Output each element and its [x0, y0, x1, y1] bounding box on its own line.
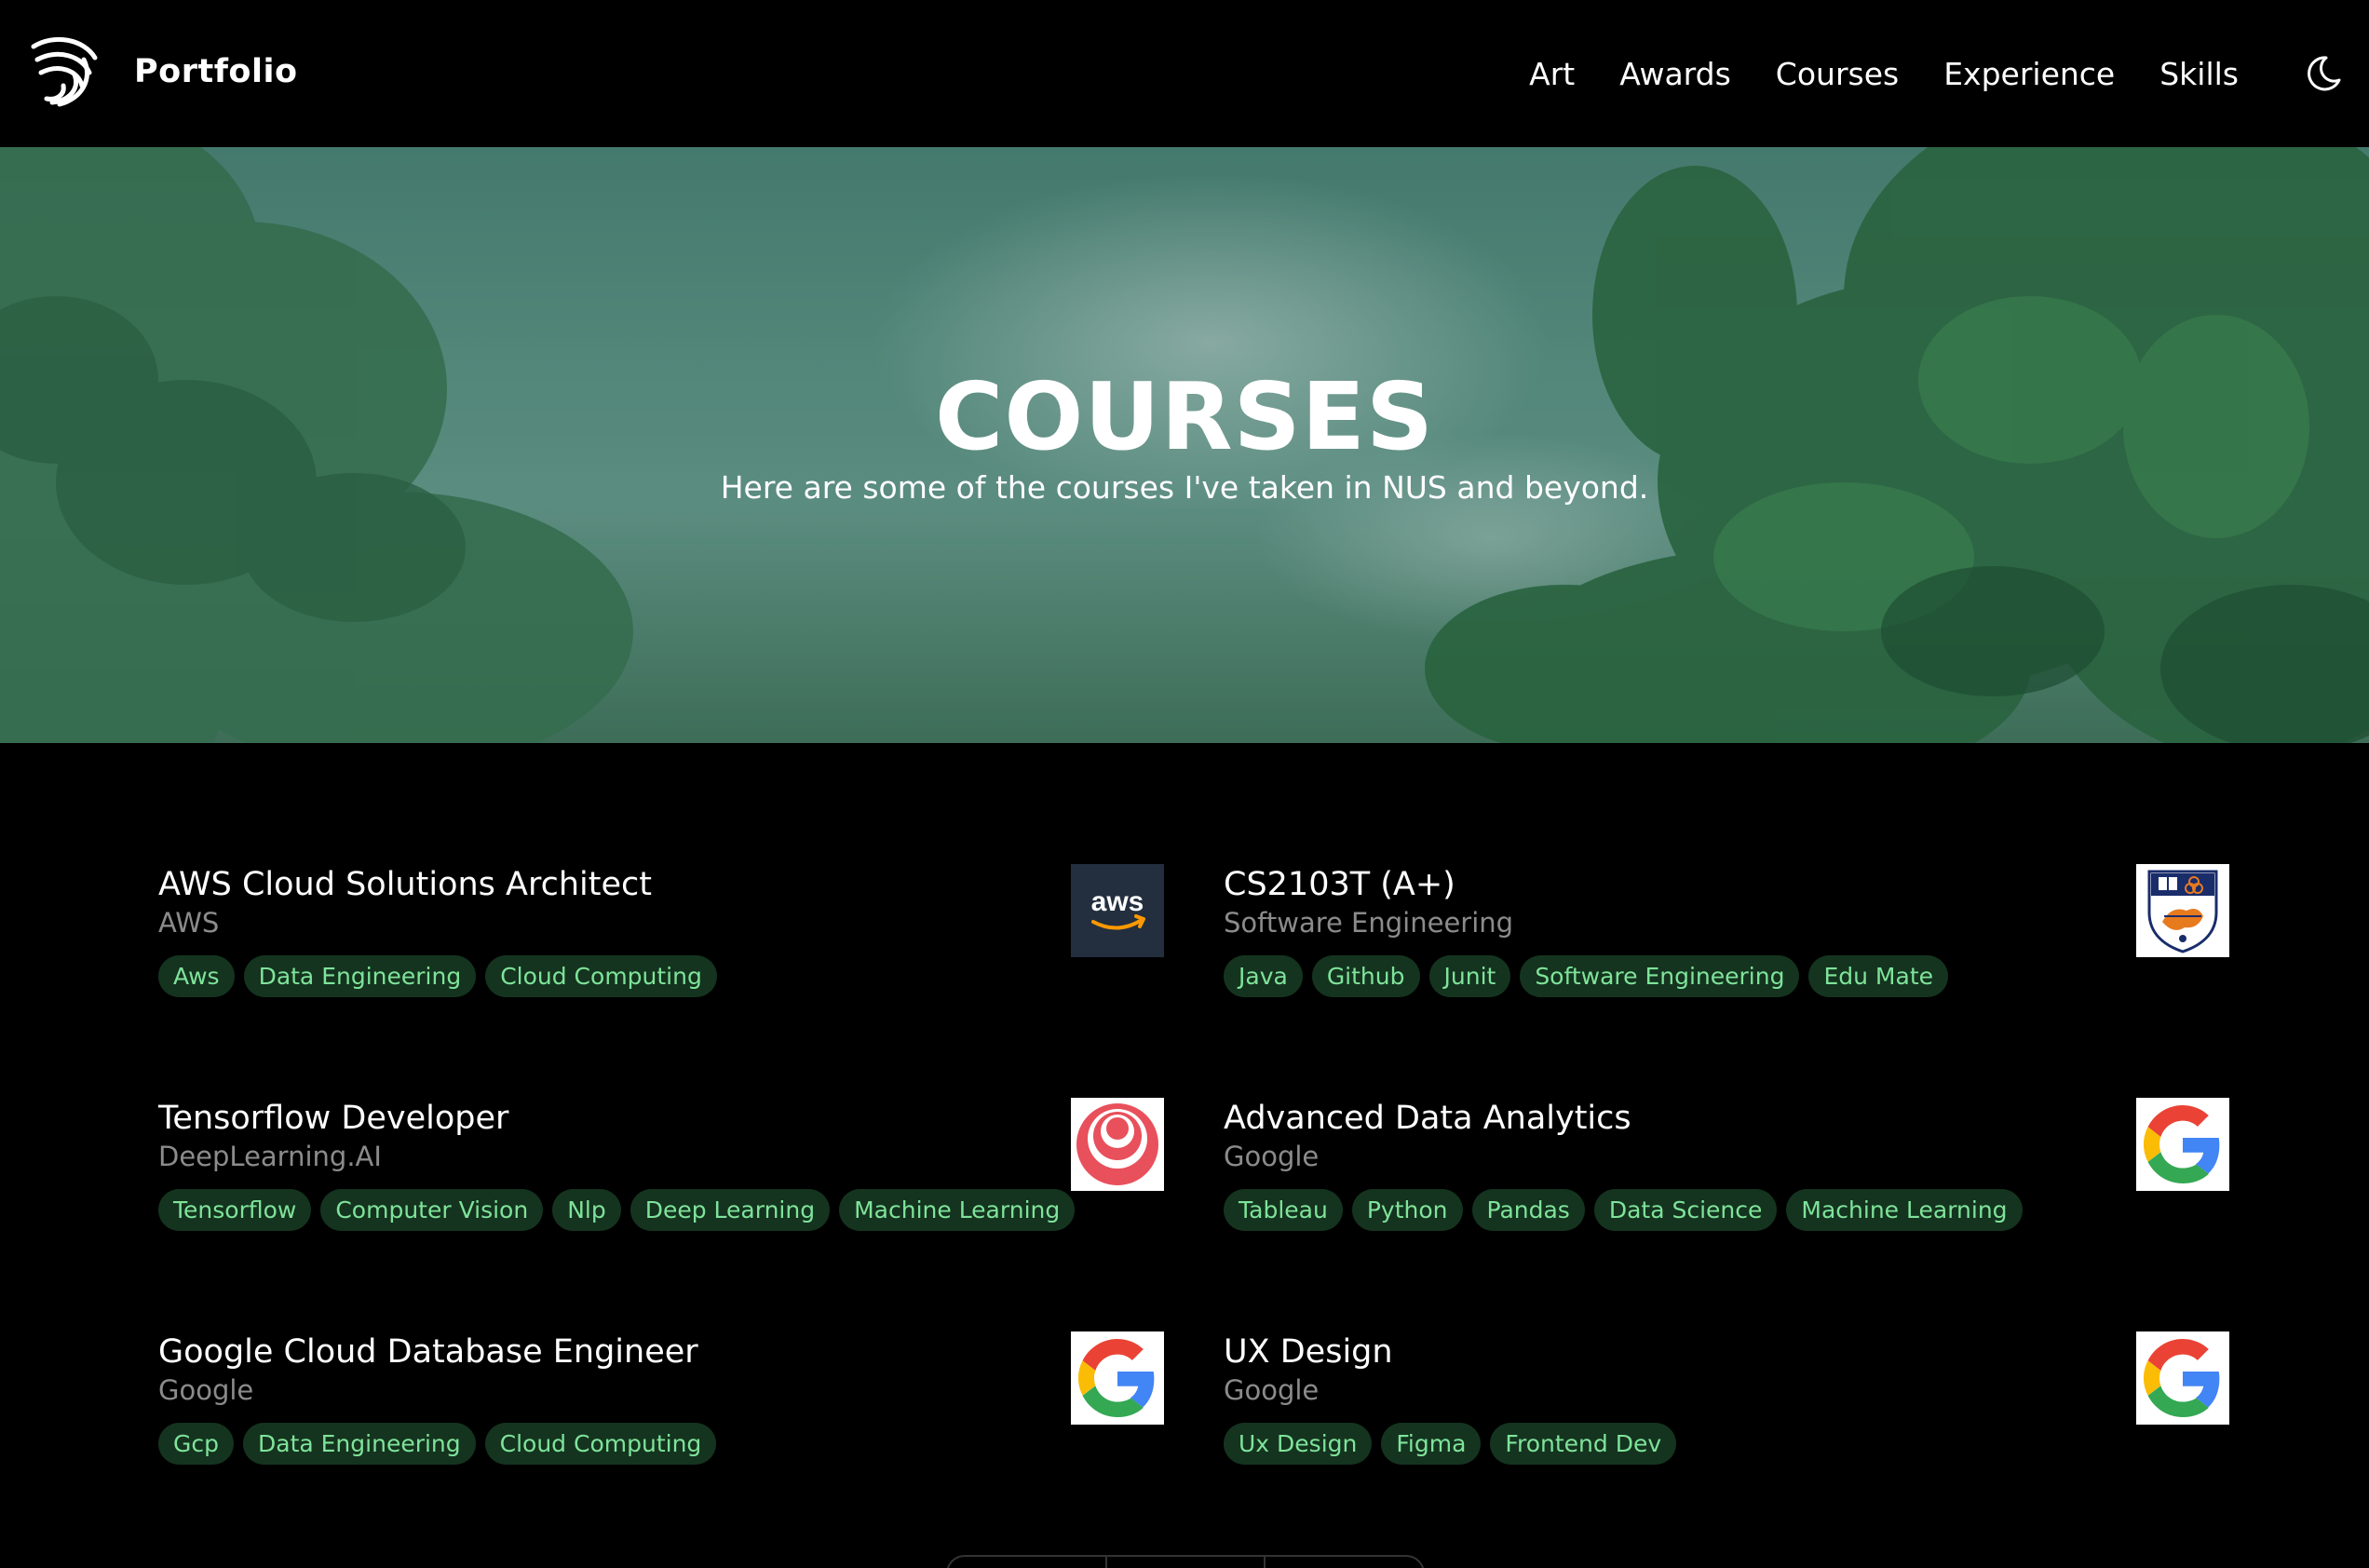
nav-link-awards[interactable]: Awards — [1619, 56, 1731, 92]
tag: Data Science — [1593, 1189, 1778, 1231]
deeplearning-ai-logo — [1071, 1098, 1164, 1191]
tag: Cloud Computing — [484, 1423, 717, 1465]
google-logo — [2136, 1098, 2229, 1191]
course-card: CS2103T (A+) Software Engineering Java G… — [1224, 864, 2229, 1015]
tag: Data Engineering — [243, 1423, 476, 1465]
tag: Software Engineering — [1520, 955, 1800, 997]
nav-link-experience[interactable]: Experience — [1943, 56, 2115, 92]
course-title: Tensorflow Developer — [158, 1100, 509, 1137]
tag: Junit — [1428, 955, 1511, 997]
hero-banner: COURSES Here are some of the courses I'v… — [0, 147, 2369, 743]
course-org: AWS — [158, 907, 220, 939]
course-card: UX Design Google Ux Design Figma Fronten… — [1224, 1331, 2229, 1482]
course-title: AWS Cloud Solutions Architect — [158, 866, 652, 903]
course-org: DeepLearning.AI — [158, 1141, 382, 1172]
course-org: Software Engineering — [1224, 907, 1514, 939]
navbar: Portfolio Art Awards Courses Experience … — [0, 0, 2369, 147]
brand[interactable]: Portfolio — [26, 32, 298, 112]
tag: Frontend Dev — [1490, 1423, 1677, 1465]
nus-crest-logo — [2136, 864, 2229, 957]
tag: Nlp — [552, 1189, 621, 1231]
tag: Machine Learning — [839, 1189, 1076, 1231]
course-org: Google — [1224, 1141, 1320, 1172]
tag: Cloud Computing — [485, 955, 717, 997]
tag: Gcp — [158, 1423, 234, 1465]
pagination-segment[interactable] — [1107, 1557, 1266, 1568]
course-org: Google — [158, 1374, 254, 1406]
tag: Figma — [1381, 1423, 1482, 1465]
deeplearning-ai-icon — [1076, 1103, 1158, 1185]
tag-list: Aws Data Engineering Cloud Computing — [158, 955, 717, 997]
course-card: Tensorflow Developer DeepLearning.AI Ten… — [158, 1098, 1164, 1249]
aws-logo: aws — [1071, 864, 1164, 957]
google-logo — [1071, 1331, 1164, 1425]
nav-links: Art Awards Courses Experience Skills — [1529, 0, 2239, 147]
tag: Github — [1311, 955, 1420, 997]
brand-logo-icon — [31, 36, 98, 107]
tag: Computer Vision — [320, 1189, 544, 1231]
moon-icon[interactable] — [2304, 54, 2343, 93]
page-subtitle: Here are some of the courses I've taken … — [720, 469, 1649, 506]
tag: Edu Mate — [1808, 955, 1948, 997]
tag-list: Tensorflow Computer Vision Nlp Deep Lear… — [158, 1189, 1076, 1231]
tag: Java — [1224, 955, 1303, 997]
brand-name: Portfolio — [134, 53, 298, 90]
aws-logo-icon: aws — [1091, 886, 1145, 930]
nav-link-skills[interactable]: Skills — [2159, 56, 2239, 92]
nus-crest-icon — [2147, 870, 2218, 953]
pagination[interactable] — [946, 1555, 1425, 1568]
tag: Ux Design — [1224, 1423, 1373, 1465]
pagination-segment[interactable] — [1266, 1557, 1423, 1568]
tag-list: Java Github Junit Software Engineering E… — [1224, 955, 1948, 997]
tag: Deep Learning — [629, 1189, 831, 1231]
nav-link-courses[interactable]: Courses — [1776, 56, 1899, 92]
nav-link-art[interactable]: Art — [1529, 56, 1575, 92]
tag-list: Gcp Data Engineering Cloud Computing — [158, 1423, 717, 1465]
tag: Aws — [158, 955, 235, 997]
course-title: CS2103T (A+) — [1224, 866, 1455, 903]
course-card: AWS Cloud Solutions Architect AWS Aws Da… — [158, 864, 1164, 1015]
google-icon — [1078, 1339, 1155, 1417]
course-title: Google Cloud Database Engineer — [158, 1333, 698, 1371]
google-icon — [2144, 1105, 2220, 1183]
tag-list: Tableau Python Pandas Data Science Machi… — [1224, 1189, 2023, 1231]
aws-logo-text: aws — [1091, 886, 1144, 917]
course-org: Google — [1224, 1374, 1320, 1406]
course-card: Advanced Data Analytics Google Tableau P… — [1224, 1098, 2229, 1249]
tag: Tensorflow — [158, 1189, 312, 1231]
tag: Machine Learning — [1786, 1189, 2023, 1231]
tag: Tableau — [1224, 1189, 1343, 1231]
page-title: COURSES — [935, 362, 1434, 471]
google-logo — [2136, 1331, 2229, 1425]
course-card: Google Cloud Database Engineer Google Gc… — [158, 1331, 1164, 1482]
tag: Pandas — [1471, 1189, 1585, 1231]
tag: Data Engineering — [243, 955, 477, 997]
pagination-segment[interactable] — [948, 1557, 1107, 1568]
tag: Python — [1351, 1189, 1463, 1231]
course-title: UX Design — [1224, 1333, 1393, 1371]
course-title: Advanced Data Analytics — [1224, 1100, 1631, 1137]
tag-list: Ux Design Figma Frontend Dev — [1224, 1423, 1677, 1465]
google-icon — [2144, 1339, 2220, 1417]
